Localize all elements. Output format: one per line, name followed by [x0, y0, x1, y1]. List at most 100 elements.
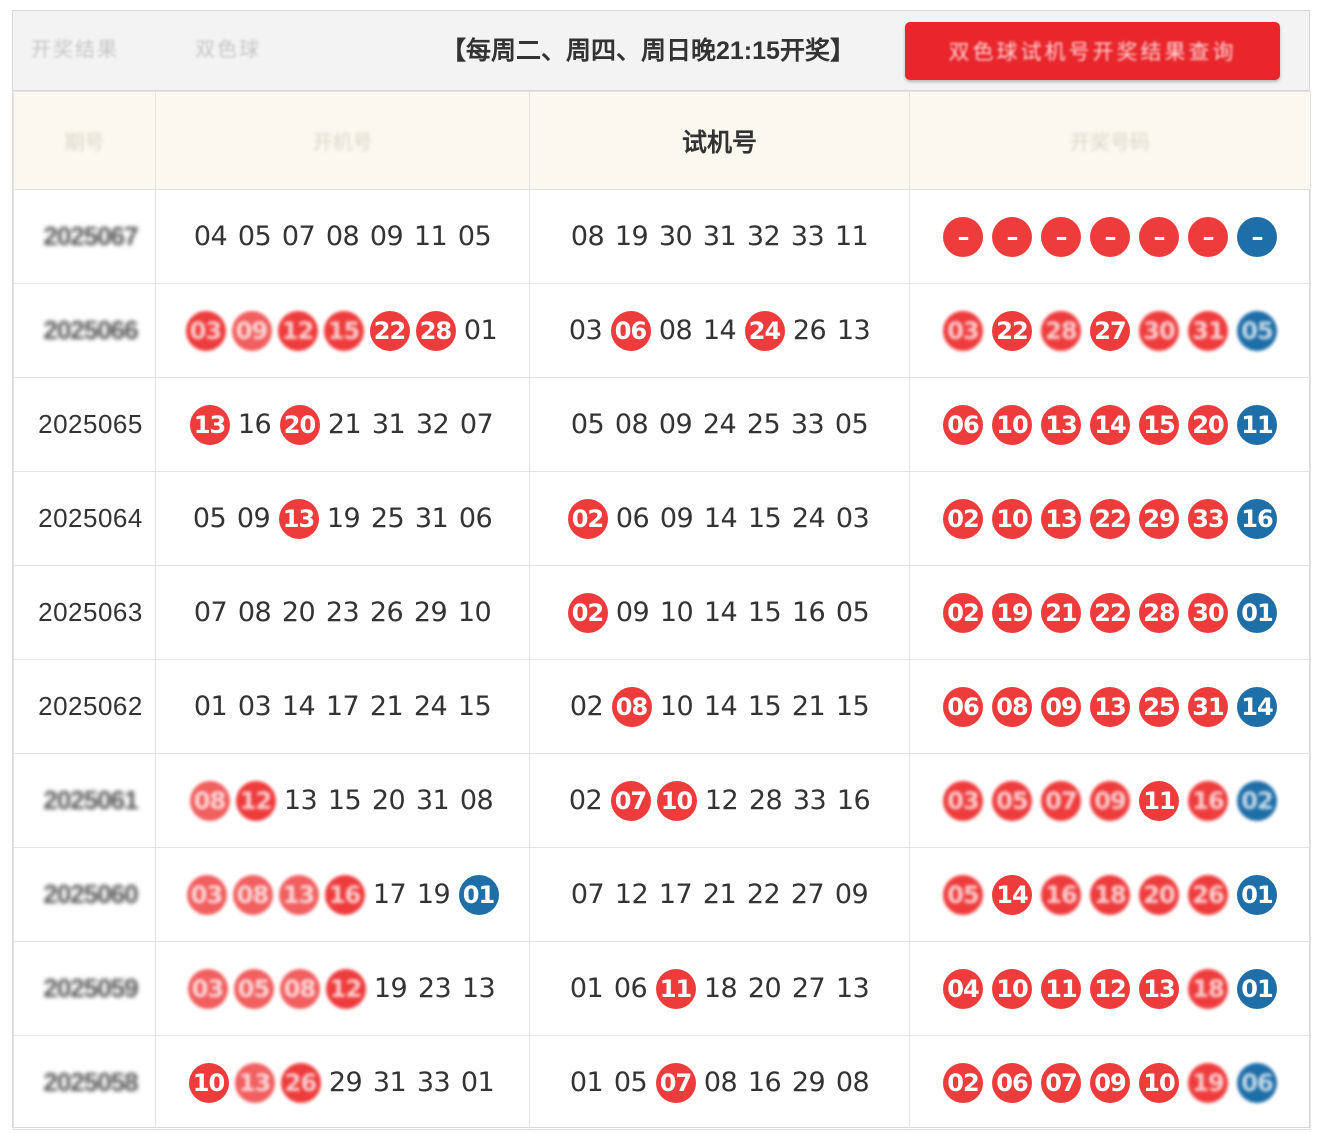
number: 21 — [702, 879, 737, 910]
red-ball: 15 — [323, 310, 364, 351]
blue-ball: – — [1237, 216, 1277, 257]
red-ball: 30 — [1139, 310, 1179, 351]
red-ball: 02 — [567, 592, 608, 633]
issue-number: 2025058 — [43, 1067, 138, 1097]
number: 05 — [835, 597, 870, 628]
number: 32 — [746, 221, 781, 252]
number: 06 — [615, 503, 650, 534]
red-ball: 12 — [325, 968, 366, 1009]
red-ball: 20 — [1139, 874, 1179, 915]
red-ball: 07 — [1041, 780, 1081, 821]
table-row: 2025062 01 03 14 17 21 24 15 02 08 10 14 15 21 15 06 08 0… — [13, 659, 1311, 754]
lottery-panel: 开奖结果 双色球 【每周二、周四、周日晚21:15开奖】 双色球试机号开奖结果查… — [12, 10, 1311, 1130]
red-ball: 13 — [278, 498, 319, 539]
number: 08 — [570, 221, 605, 252]
issue-cell: 2025061 — [13, 753, 156, 848]
draw-cell: 02 19 21 22 28 30 01 — [909, 565, 1311, 660]
number: 12 — [614, 879, 649, 910]
issue-cell: 2025064 — [13, 471, 156, 566]
number: 01 — [569, 973, 604, 1004]
issue-number: 2025067 — [43, 221, 138, 251]
red-ball: 12 — [1090, 968, 1130, 1009]
number: 22 — [746, 879, 781, 910]
red-ball: 07 — [655, 1062, 696, 1103]
red-ball: 28 — [1139, 592, 1179, 633]
red-ball: 06 — [943, 686, 983, 727]
number: 21 — [369, 691, 404, 722]
red-ball: 26 — [1188, 874, 1228, 915]
red-ball: – — [1090, 216, 1130, 257]
number: 28 — [748, 785, 783, 816]
number: 29 — [328, 1067, 363, 1098]
tab-results[interactable]: 开奖结果 — [31, 37, 119, 63]
table-row: 2025058 10 13 26 29 31 33 01 01 05 07 08 16 29 08 02 06 0… — [13, 1035, 1311, 1130]
number: 08 — [703, 1067, 738, 1098]
number: 04 — [193, 221, 228, 252]
number: 07 — [281, 221, 316, 252]
draw-cell: 03 05 07 09 11 16 02 — [909, 753, 1311, 848]
blue-ball: 14 — [1237, 686, 1277, 727]
red-ball: 02 — [567, 498, 608, 539]
trial-cell: 08 19 30 31 32 33 11 — [529, 189, 910, 284]
red-ball: 30 — [1188, 592, 1228, 633]
red-ball: 13 — [278, 874, 319, 915]
red-ball: 09 — [231, 310, 272, 351]
query-button[interactable]: 双色球试机号开奖结果查询 — [905, 22, 1280, 80]
number: 07 — [570, 879, 605, 910]
number: 06 — [458, 503, 493, 534]
number: 11 — [413, 221, 448, 252]
red-ball: 20 — [279, 404, 320, 445]
number: 27 — [790, 879, 825, 910]
open-cell: 04 05 07 08 09 11 05 — [155, 189, 530, 284]
blue-ball: 16 — [1237, 498, 1277, 539]
red-ball: 10 — [992, 498, 1032, 539]
number: 30 — [658, 221, 693, 252]
red-ball: – — [1188, 216, 1228, 257]
number: 29 — [413, 597, 448, 628]
table-row: 2025060 03 08 13 16 17 19 01 07 12 17 21 22 27 09 05 14 1… — [13, 847, 1311, 942]
table-row: 2025063 07 08 20 23 26 29 10 02 09 10 14 15 16 05 02 19 2… — [13, 565, 1311, 660]
number: 33 — [792, 785, 827, 816]
number: 02 — [568, 785, 603, 816]
blue-ball: 01 — [1237, 874, 1277, 915]
blue-ball: 01 — [458, 874, 499, 915]
trial-cell: 05 08 09 24 25 33 05 — [529, 377, 910, 472]
red-ball: 13 — [189, 404, 230, 445]
red-ball: 25 — [1139, 686, 1179, 727]
number: 14 — [703, 503, 738, 534]
red-ball: 09 — [1090, 780, 1130, 821]
red-ball: 31 — [1188, 310, 1228, 351]
red-ball: 14 — [1090, 404, 1130, 445]
red-ball: 08 — [189, 780, 230, 821]
number: 09 — [615, 597, 650, 628]
red-ball: 10 — [992, 968, 1032, 1009]
red-ball: 04 — [943, 968, 983, 1009]
number: 08 — [658, 315, 693, 346]
number: 09 — [659, 503, 694, 534]
trial-cell: 01 05 07 08 16 29 08 — [529, 1035, 910, 1130]
issue-cell: 2025065 — [13, 377, 156, 472]
number: 10 — [659, 597, 694, 628]
number: 23 — [417, 973, 452, 1004]
number: 01 — [460, 1067, 495, 1098]
draw-schedule-text: 【每周二、周四、周日晚21:15开奖】 — [441, 37, 855, 65]
red-ball: 16 — [324, 874, 365, 915]
red-ball: 19 — [1188, 1062, 1228, 1103]
number: 03 — [835, 503, 870, 534]
number: 20 — [281, 597, 316, 628]
red-ball: 19 — [992, 592, 1032, 633]
table-header-row: 期号 开机号 试机号 开奖号码 — [13, 91, 1311, 190]
red-ball: 13 — [1041, 404, 1081, 445]
number: 16 — [237, 409, 272, 440]
number: 15 — [327, 785, 362, 816]
number: 08 — [459, 785, 494, 816]
number: 14 — [281, 691, 316, 722]
red-ball: 33 — [1188, 498, 1228, 539]
red-ball: 09 — [1041, 686, 1081, 727]
tab-lottery-type[interactable]: 双色球 — [195, 37, 261, 63]
number: 13 — [461, 973, 496, 1004]
open-cell: 05 09 13 19 25 31 06 — [155, 471, 530, 566]
open-cell: 03 09 12 15 22 28 01 — [155, 283, 530, 378]
number: 09 — [834, 879, 869, 910]
red-ball: 21 — [1041, 592, 1081, 633]
